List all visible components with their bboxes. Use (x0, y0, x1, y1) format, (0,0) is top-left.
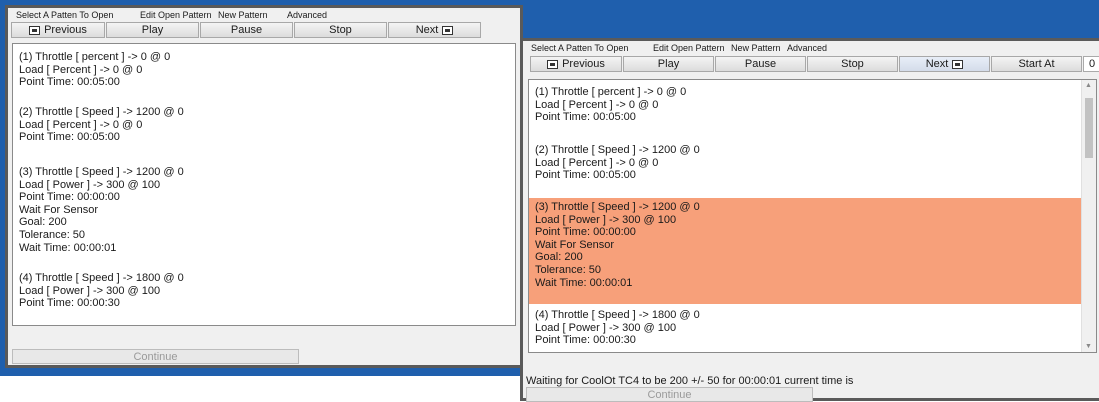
scroll-thumb[interactable] (1085, 98, 1093, 158)
status-text: Waiting for CoolOt TC4 to be 200 +/- 50 … (526, 375, 854, 387)
step-line: (4) Throttle [ Speed ] -> 1800 @ 0 (19, 272, 184, 284)
previous-key-icon (547, 59, 559, 69)
step-line: Point Time: 00:00:30 (19, 297, 120, 310)
stop-button[interactable]: Stop (294, 22, 387, 38)
pause-button[interactable]: Pause (715, 56, 806, 72)
previous-label: Previous (44, 24, 87, 36)
step-line: (2) Throttle [ Speed ] -> 1200 @ 0 (19, 106, 184, 118)
pattern-window-left: Select A Patten To Open Edit Open Patter… (5, 5, 523, 368)
next-label: Next (925, 58, 949, 70)
play-button[interactable]: Play (106, 22, 199, 38)
scroll-down-icon[interactable]: ▼ (1085, 343, 1092, 350)
play-button[interactable]: Play (623, 56, 714, 72)
step-line: (4) Throttle [ Speed ] -> 1800 @ 0 (535, 309, 700, 321)
step-line: Load [ Power ] -> 300 @ 100 (535, 321, 677, 334)
step-line: Tolerance: 50 (535, 263, 602, 276)
menu-advanced[interactable]: Advanced (787, 43, 827, 53)
step-line: Wait Time: 00:00:01 (19, 241, 117, 254)
pause-button[interactable]: Pause (200, 22, 293, 38)
next-button[interactable]: Next (388, 22, 481, 38)
step-line: Wait For Sensor (19, 203, 99, 216)
list-scrollbar[interactable]: ▲ ▼ (1081, 80, 1096, 352)
step-line: Point Time: 00:00:00 (535, 226, 636, 239)
list-item[interactable]: (2) Throttle [ Speed ] -> 1200 @ 0 Load … (529, 144, 1096, 182)
next-label: Next (415, 24, 439, 36)
step-line: Load [ Power ] -> 300 @ 100 (19, 178, 161, 191)
scroll-up-icon[interactable]: ▲ (1085, 82, 1092, 89)
step-line: Point Time: 00:05:00 (535, 111, 636, 124)
menu-select-pattern[interactable]: Select A Patten To Open (16, 10, 113, 20)
step-line: Goal: 200 (535, 251, 583, 264)
previous-label: Previous (562, 58, 605, 70)
pattern-steps-list[interactable]: (1) Throttle [ percent ] -> 0 @ 0 Load [… (12, 43, 516, 326)
menu-select-pattern[interactable]: Select A Patten To Open (531, 43, 628, 53)
list-item[interactable]: (1) Throttle [ percent ] -> 0 @ 0 Load [… (13, 51, 515, 89)
step-line: Goal: 200 (19, 216, 67, 229)
continue-button[interactable]: Continue (12, 349, 299, 364)
continue-button[interactable]: Continue (526, 387, 813, 402)
list-item-active[interactable]: (3) Throttle [ Speed ] -> 1200 @ 0 Load … (529, 198, 1082, 305)
pattern-window-right: Select A Patten To Open Edit Open Patter… (520, 38, 1099, 402)
menu-edit-pattern[interactable]: Edit Open Pattern (653, 43, 725, 53)
step-line: (2) Throttle [ Speed ] -> 1200 @ 0 (535, 144, 700, 156)
list-item[interactable]: (2) Throttle [ Speed ] -> 1200 @ 0 Load … (13, 106, 515, 144)
step-line: Load [ Percent ] -> 0 @ 0 (535, 156, 659, 169)
step-line: Wait For Sensor (535, 238, 615, 251)
previous-key-icon (29, 25, 41, 35)
pattern-steps-list[interactable]: (1) Throttle [ percent ] -> 0 @ 0 Load [… (528, 79, 1097, 353)
list-item[interactable]: (4) Throttle [ Speed ] -> 1800 @ 0 Load … (13, 272, 515, 310)
menu-edit-pattern[interactable]: Edit Open Pattern (140, 10, 212, 20)
step-line: Tolerance: 50 (19, 228, 86, 241)
step-line: Point Time: 00:00:00 (19, 191, 120, 204)
menu-advanced[interactable]: Advanced (287, 10, 327, 20)
previous-button[interactable]: Previous (530, 56, 622, 72)
list-item[interactable]: (1) Throttle [ percent ] -> 0 @ 0 Load [… (529, 86, 1096, 124)
next-key-icon (442, 25, 454, 35)
next-key-icon (952, 59, 964, 69)
step-line: Load [ Power ] -> 300 @ 100 (19, 284, 161, 297)
step-line: Load [ Percent ] -> 0 @ 0 (535, 98, 659, 111)
step-line: Load [ Power ] -> 300 @ 100 (535, 213, 677, 226)
step-line: (3) Throttle [ Speed ] -> 1200 @ 0 (535, 201, 700, 213)
step-line: Point Time: 00:05:00 (535, 169, 636, 182)
step-line: Wait Time: 00:00:01 (535, 276, 633, 289)
menu-new-pattern[interactable]: New Pattern (218, 10, 268, 20)
step-line: (1) Throttle [ percent ] -> 0 @ 0 (535, 86, 687, 98)
start-at-counter[interactable]: 0 (1083, 56, 1099, 72)
step-line: Point Time: 00:00:30 (535, 334, 636, 347)
next-button[interactable]: Next (899, 56, 990, 72)
list-item[interactable]: (4) Throttle [ Speed ] -> 1800 @ 0 Load … (529, 309, 1096, 347)
list-item[interactable]: (3) Throttle [ Speed ] -> 1200 @ 0 Load … (13, 166, 515, 254)
toolbar: Previous Play Pause Stop Next (11, 22, 521, 40)
stop-button[interactable]: Stop (807, 56, 898, 72)
previous-button[interactable]: Previous (11, 22, 105, 38)
step-line: Point Time: 00:05:00 (19, 131, 120, 144)
toolbar: Previous Play Pause Stop Next Start At 0 (530, 56, 1099, 74)
step-line: Load [ Percent ] -> 0 @ 0 (19, 63, 143, 76)
step-line: Load [ Percent ] -> 0 @ 0 (19, 118, 143, 131)
start-at-button[interactable]: Start At (991, 56, 1082, 72)
menu-new-pattern[interactable]: New Pattern (731, 43, 781, 53)
step-line: (3) Throttle [ Speed ] -> 1200 @ 0 (19, 166, 184, 178)
step-line: (1) Throttle [ percent ] -> 0 @ 0 (19, 51, 171, 63)
step-line: Point Time: 00:05:00 (19, 76, 120, 89)
